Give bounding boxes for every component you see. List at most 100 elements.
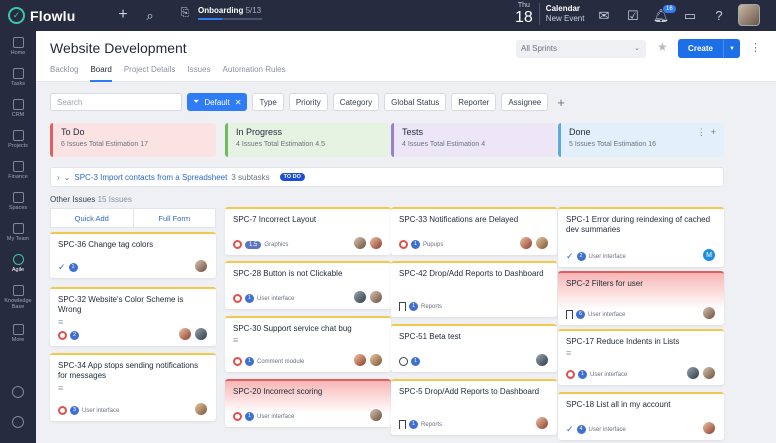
calendar-new-event[interactable]: New Event	[546, 14, 585, 24]
sidebar-item-knowledge-base[interactable]: Knowledge Base	[0, 285, 36, 311]
issue-card[interactable]: SPC-51 Beta test 1	[391, 324, 557, 372]
bug-icon	[233, 357, 242, 366]
avatar[interactable]	[686, 366, 700, 380]
favorite-star-icon[interactable]: ★	[657, 40, 668, 54]
issue-card[interactable]: SPC-7 Incorrect Layout 1.5 Graphics	[225, 207, 391, 255]
avatar[interactable]	[369, 408, 383, 422]
tab-board[interactable]: Board	[90, 65, 112, 82]
avatar[interactable]	[535, 236, 549, 250]
avatar[interactable]	[369, 236, 383, 250]
filter-global-status-button[interactable]: Global Status	[384, 93, 447, 111]
integrations-icon[interactable]	[12, 386, 24, 398]
column-tools: ⋮ +	[697, 127, 716, 138]
avatar[interactable]	[702, 306, 716, 320]
more-options-icon[interactable]: ⋮	[750, 41, 761, 54]
quick-add-button[interactable]: Quick Add	[51, 209, 134, 227]
default-filter-chip[interactable]: ⏷ Default ✕	[187, 93, 248, 111]
chevron-down-icon[interactable]: ⌄	[64, 173, 71, 182]
avatar[interactable]	[702, 366, 716, 380]
card-label: User interface	[257, 413, 295, 420]
column-meta: 4 Issues Total Estimation 4.5	[236, 141, 325, 148]
sidebar-item-projects[interactable]: Projects	[0, 130, 36, 149]
issue-card[interactable]: SPC-30 Support service chat bug ≡ 1 Comme…	[225, 316, 391, 372]
chat-icon[interactable]: ▭	[681, 6, 699, 24]
issue-card[interactable]: SPC-36 Change tag colors ✓ 1	[50, 232, 216, 278]
issue-card[interactable]: SPC-5 Drop/Add Reports to Dashboard 1 Rep…	[391, 379, 557, 435]
sidebar-item-finance[interactable]: Finance	[0, 161, 36, 180]
task-list-icon[interactable]: ☑	[624, 6, 642, 24]
user-avatar[interactable]	[738, 4, 760, 26]
filter-type-button[interactable]: Type	[252, 93, 284, 111]
card-title: SPC-17 Reduce Indents in Lists	[566, 337, 680, 346]
sidebar-item-more[interactable]: More	[0, 324, 36, 343]
column-header-tests[interactable]: Tests 4 Issues Total Estimation 4	[391, 123, 557, 157]
column-name: In Progress	[236, 127, 283, 137]
sidebar-item-my-team[interactable]: My Team	[0, 223, 36, 242]
avatar[interactable]	[353, 353, 367, 367]
add-filter-icon[interactable]: +	[557, 96, 565, 109]
calendar-widget[interactable]: Thu 18 Calendar New Event	[515, 2, 584, 26]
issue-card[interactable]: SPC-18 List all in my account ✓ 4 User int…	[558, 392, 724, 440]
filter-priority-button[interactable]: Priority	[288, 93, 328, 111]
tab-issues[interactable]: Issues	[187, 65, 210, 82]
avatar[interactable]	[535, 353, 549, 367]
column-header-in-progress[interactable]: In Progress 4 Issues Total Estimation 4.…	[225, 123, 391, 157]
issue-card[interactable]: SPC-33 Notifications are Delayed 1 Pupups	[391, 207, 557, 255]
mail-icon[interactable]: ✉	[595, 6, 613, 24]
sprint-select[interactable]: All Sprints ⌄	[516, 40, 646, 58]
sidebar-item-tasks[interactable]: Tasks	[0, 68, 36, 87]
create-button[interactable]: Create ▼	[678, 39, 740, 58]
sidebar-item-home[interactable]: Home	[0, 37, 36, 56]
issue-card[interactable]: SPC-32 Website's Color Scheme is Wrong ≡…	[50, 287, 216, 346]
issue-card[interactable]: SPC-42 Drop/Add Reports to Dashboard 1 Re…	[391, 261, 557, 317]
filter-reporter-button[interactable]: Reporter	[451, 93, 497, 111]
avatar[interactable]	[369, 353, 383, 367]
tab-backlog[interactable]: Backlog	[50, 65, 78, 82]
settings-icon[interactable]	[12, 416, 24, 428]
issue-card[interactable]: SPC-20 Incorrect scoring 1 User interface	[225, 379, 391, 427]
avatar[interactable]: M	[702, 248, 716, 262]
app-logo[interactable]: ✓ Flowlu	[8, 7, 76, 24]
avatar[interactable]	[353, 236, 367, 250]
column-header-to-do[interactable]: To Do 6 Issues Total Estimation 17	[50, 123, 216, 157]
subtask-parent-link[interactable]: SPC-3 Import contacts from a Spreadsheet	[74, 173, 227, 182]
search-icon[interactable]: ⌕	[141, 6, 159, 24]
priority-badge: 6	[576, 310, 585, 319]
subtask-row[interactable]: › ⌄ SPC-3 Import contacts from a Spreads…	[50, 167, 724, 187]
close-icon[interactable]: ✕	[235, 98, 242, 107]
avatar[interactable]	[702, 421, 716, 435]
full-form-button[interactable]: Full Form	[134, 209, 216, 227]
avatar[interactable]	[178, 327, 192, 341]
onboarding-widget[interactable]: ⎘ Onboarding 5/13	[178, 6, 262, 20]
issue-card[interactable]: SPC-28 Button is not Clickable 1 User int…	[225, 261, 391, 309]
tab-automation-rules[interactable]: Automation Rules	[223, 65, 286, 82]
search-input[interactable]: Search	[50, 93, 182, 111]
sidebar-item-agile[interactable]: Agile	[0, 254, 36, 273]
column-add-icon[interactable]: +	[711, 127, 716, 137]
create-dropdown-chevron-icon[interactable]: ▼	[723, 39, 740, 58]
sidebar-item-spaces[interactable]: Spaces	[0, 192, 36, 211]
avatar[interactable]	[194, 327, 208, 341]
avatar[interactable]	[519, 236, 533, 250]
avatar[interactable]	[353, 290, 367, 304]
priority-badge: 1	[245, 412, 254, 421]
avatar[interactable]	[535, 416, 549, 430]
filter-category-button[interactable]: Category	[332, 93, 380, 111]
column-header-done[interactable]: Done 5 Issues Total Estimation 16 ⋮ +	[558, 123, 724, 157]
filter-assignee-button[interactable]: Assignee	[501, 93, 549, 111]
column-more-icon[interactable]: ⋮	[697, 127, 706, 137]
add-icon[interactable]: +	[114, 6, 132, 24]
avatar[interactable]	[194, 259, 208, 273]
help-icon[interactable]: ?	[710, 6, 728, 24]
onboarding-icon: ⎘	[180, 6, 190, 19]
issue-card[interactable]: SPC-2 Filters for user 6 User interface	[558, 271, 724, 325]
avatar[interactable]	[369, 290, 383, 304]
chevron-right-icon[interactable]: ›	[57, 173, 60, 182]
avatar[interactable]	[194, 402, 208, 416]
issue-card[interactable]: SPC-17 Reduce Indents in Lists ≡ 1 User i…	[558, 329, 724, 385]
priority-badge: 1	[409, 420, 418, 429]
issue-card[interactable]: SPC-1 Error during reindexing of cached …	[558, 207, 724, 267]
issue-card[interactable]: SPC-34 App stops sending notifications f…	[50, 353, 216, 421]
sidebar-item-crm[interactable]: CRM	[0, 99, 36, 118]
tab-project-details[interactable]: Project Details	[124, 65, 176, 82]
